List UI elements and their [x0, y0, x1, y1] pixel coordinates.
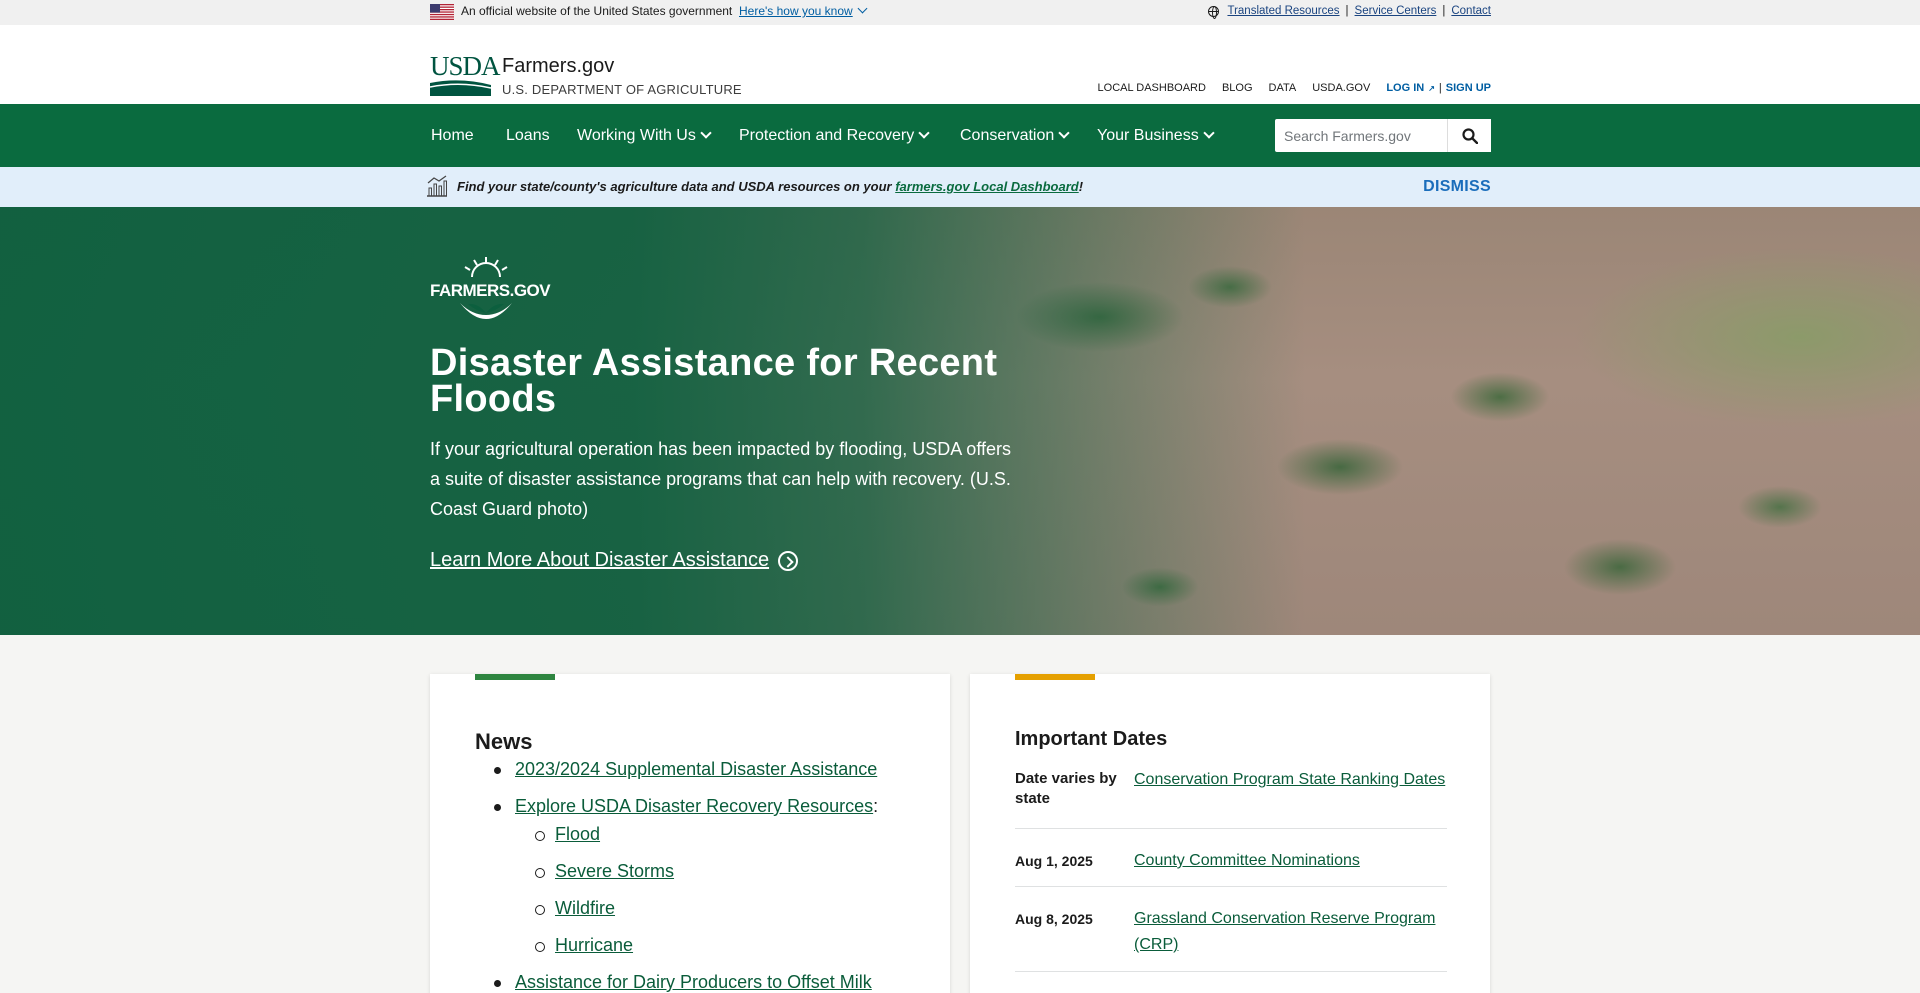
nav-item-conservation[interactable]: Conservation — [959, 104, 1096, 167]
list-item: Wildfire — [475, 894, 925, 931]
alert-suffix: ! — [1078, 179, 1084, 194]
nav-item-label: Working With Us — [577, 126, 696, 144]
nav-item-label: Conservation — [960, 126, 1055, 144]
nav-item-label: Home — [431, 126, 474, 144]
bar-chart-icon — [427, 175, 447, 197]
chevron-down-icon — [1203, 126, 1215, 139]
hero-title: Disaster Assistance for Recent Floods — [430, 342, 998, 420]
site-subtitle: U.S. DEPARTMENT OF AGRICULTURE — [502, 82, 742, 97]
news-link[interactable]: 2023/2024 Supplemental Disaster Assistan… — [515, 759, 877, 779]
local-dashboard-link[interactable]: LOCAL DASHBOARD — [1098, 82, 1206, 94]
news-link[interactable]: Severe Storms — [555, 861, 674, 881]
chevron-down-icon — [1058, 126, 1070, 139]
main-nav: Home Loans Working With Us Protection an… — [0, 104, 1920, 167]
nav-item-working-with-us[interactable]: Working With Us — [576, 104, 738, 167]
date-row: Date varies by state Conservation Progra… — [1015, 767, 1447, 829]
usda-gov-link[interactable]: USDA.GOV — [1312, 82, 1370, 94]
list-item-suffix: : — [873, 796, 879, 816]
list-item: 2023/2024 Supplemental Disaster Assistan… — [475, 755, 925, 792]
farmers-gov-logo: FARMERS.GOV — [430, 257, 551, 323]
site-title[interactable]: Farmers.gov — [502, 55, 614, 78]
news-list: 2023/2024 Supplemental Disaster Assistan… — [475, 755, 925, 993]
news-card: News 2023/2024 Supplemental Disaster Ass… — [430, 674, 950, 993]
dashboard-alert: Find your state/county's agriculture dat… — [0, 167, 1920, 207]
how-you-know-link[interactable]: Here's how you know — [739, 3, 868, 18]
usda-logo[interactable]: USDA — [430, 51, 501, 96]
nav-item-your-business[interactable]: Your Business — [1096, 104, 1236, 167]
hero-banner: FARMERS.GOV Disaster Assistance for Rece… — [0, 207, 1920, 635]
dates-list: Date varies by state Conservation Progra… — [1015, 767, 1447, 972]
chevron-down-icon — [857, 3, 868, 14]
separator: | — [1442, 5, 1446, 17]
arrow-circle-right-icon — [778, 550, 799, 571]
how-you-know-label: Here's how you know — [739, 4, 853, 18]
official-site-text: An official website of the United States… — [461, 4, 733, 18]
auth-links: LOG IN ↗ | SIGN UP — [1386, 82, 1491, 94]
list-item: Hurricane — [475, 931, 925, 968]
utility-nav: LOCAL DASHBOARD BLOG DATA USDA.GOV LOG I… — [1098, 82, 1491, 94]
card-accent-bar — [475, 674, 555, 680]
alert-prefix: Find your state/county's agriculture dat… — [457, 179, 896, 194]
nav-item-label: Protection and Recovery — [739, 126, 915, 144]
alert-message: Find your state/county's agriculture dat… — [457, 179, 1083, 194]
login-link[interactable]: LOG IN — [1386, 82, 1424, 94]
chevron-down-icon — [918, 126, 930, 139]
chevron-down-icon — [700, 126, 712, 139]
translated-resources-link[interactable]: Translated Resources — [1227, 5, 1339, 17]
separator: | — [1438, 82, 1442, 94]
important-dates-card: Important Dates Date varies by state Con… — [970, 674, 1490, 993]
site-header: USDA Farmers.gov U.S. DEPARTMENT OF AGRI… — [0, 25, 1920, 104]
gov-utility-links: Translated Resources | Service Centers |… — [1208, 5, 1491, 19]
news-heading: News — [475, 729, 533, 754]
nav-item-loans[interactable]: Loans — [505, 104, 576, 167]
date-label: Aug 1, 2025 — [1015, 853, 1093, 869]
contact-link[interactable]: Contact — [1451, 5, 1491, 17]
search-input[interactable] — [1275, 119, 1447, 152]
important-dates-heading: Important Dates — [1015, 728, 1168, 750]
news-link[interactable]: Explore USDA Disaster Recovery Resources — [515, 796, 873, 816]
hero-lead: If your agricultural operation has been … — [430, 439, 1012, 519]
gov-banner: An official website of the United States… — [0, 0, 1920, 25]
nav-item-protection-and-recovery[interactable]: Protection and Recovery — [738, 104, 959, 167]
search-button[interactable] — [1447, 119, 1491, 152]
dismiss-button[interactable]: DISMISS — [1423, 178, 1491, 196]
local-dashboard-alert-link[interactable]: farmers.gov Local Dashboard — [895, 179, 1079, 194]
date-event-link[interactable]: County Committee Nominations — [1134, 852, 1360, 869]
external-link-icon: ↗ — [1428, 83, 1435, 93]
list-item: Assistance for Dairy Producers to Offset… — [475, 968, 925, 993]
data-link[interactable]: DATA — [1269, 82, 1297, 94]
farmers-gov-logo-text: FARMERS.GOV — [430, 281, 551, 300]
date-event-link[interactable]: Conservation Program State Ranking Dates — [1134, 771, 1445, 788]
nav-item-home[interactable]: Home — [430, 104, 505, 167]
site-search — [1275, 119, 1491, 152]
search-icon — [1461, 127, 1478, 144]
card-accent-bar — [1015, 674, 1095, 680]
date-label: Aug 8, 2025 — [1015, 911, 1093, 927]
list-item: Severe Storms — [475, 857, 925, 894]
list-item: Explore USDA Disaster Recovery Resources… — [475, 792, 925, 820]
date-label: Date varies by state — [1015, 770, 1117, 807]
date-event-link[interactable]: Grassland Conservation Reserve Program (… — [1134, 910, 1435, 953]
signup-link[interactable]: SIGN UP — [1446, 82, 1491, 94]
nav-item-label: Your Business — [1097, 126, 1199, 144]
list-item: Flood — [475, 820, 925, 857]
news-link[interactable]: Assistance for Dairy Producers to Offset… — [515, 972, 872, 992]
service-centers-link[interactable]: Service Centers — [1355, 5, 1437, 17]
content-cards: News 2023/2024 Supplemental Disaster Ass… — [0, 635, 1920, 993]
learn-more-disaster-link[interactable]: Learn More About Disaster Assistance — [430, 549, 799, 572]
usda-logo-text: USDA — [430, 51, 501, 81]
usda-logo-mark — [430, 80, 491, 96]
date-row: Aug 8, 2025 Grassland Conservation Reser… — [1015, 887, 1447, 972]
globe-icon — [1208, 5, 1220, 19]
blog-link[interactable]: BLOG — [1222, 82, 1253, 94]
cta-label: Learn More About Disaster Assistance — [430, 549, 770, 571]
news-link[interactable]: Hurricane — [555, 935, 633, 955]
news-link[interactable]: Flood — [555, 824, 600, 844]
date-row: Aug 1, 2025 County Committee Nominations — [1015, 829, 1447, 887]
news-link[interactable]: Wildfire — [555, 898, 615, 918]
separator: | — [1345, 5, 1349, 17]
us-flag-icon — [430, 4, 454, 20]
nav-item-label: Loans — [506, 126, 550, 144]
